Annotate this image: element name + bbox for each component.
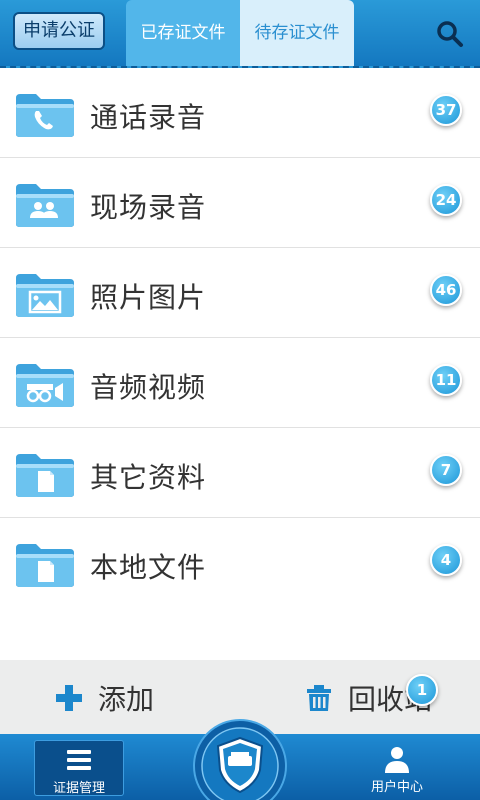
add-button[interactable]: 添加	[54, 660, 154, 736]
people-folder-icon	[16, 184, 74, 227]
trash-icon	[307, 685, 331, 711]
nav-user-center[interactable]: 用户中心	[352, 740, 442, 796]
tab-pending-files[interactable]: 待存证文件	[240, 0, 354, 66]
folder-label: 通话录音	[90, 101, 207, 134]
count-badge: 11	[430, 364, 462, 396]
folder-row-call-recordings[interactable]: 通话录音 37	[0, 68, 480, 158]
folder-label: 现场录音	[90, 191, 207, 224]
folder-row-audio-video[interactable]: 音频视频 11	[0, 338, 480, 428]
add-label: 添加	[98, 683, 155, 716]
nav-evidence-management[interactable]: 证据管理	[34, 740, 124, 796]
image-folder-icon	[16, 274, 74, 317]
folder-row-local-files[interactable]: 本地文件 4	[0, 518, 480, 608]
folder-label: 其它资料	[90, 461, 207, 494]
count-badge: 37	[430, 94, 462, 126]
count-badge: 4	[430, 544, 462, 576]
document-folder-icon	[16, 544, 74, 587]
video-camera-folder-icon	[16, 364, 74, 407]
user-icon	[385, 747, 409, 773]
nav-label: 用户中心	[370, 780, 423, 795]
nav-label: 证据管理	[52, 781, 105, 796]
recycle-count-badge: 1	[406, 674, 438, 706]
folder-list: 通话录音 37 现场录音 24 照片图片 46 音频视频 11 其它资料 7 本…	[0, 68, 480, 608]
count-badge: 7	[430, 454, 462, 486]
top-header: 申请公证 已存证文件 待存证文件	[0, 0, 480, 68]
phone-folder-icon	[16, 94, 74, 137]
menu-icon	[67, 750, 91, 770]
count-badge: 24	[430, 184, 462, 216]
search-icon[interactable]	[436, 20, 464, 48]
apply-notarization-button[interactable]: 申请公证	[13, 12, 105, 50]
folder-label: 音频视频	[90, 371, 207, 404]
folder-label: 照片图片	[90, 281, 207, 314]
document-folder-icon	[16, 454, 74, 497]
file-tabs: 已存证文件 待存证文件	[126, 0, 354, 66]
folder-row-live-recordings[interactable]: 现场录音 24	[0, 158, 480, 248]
folder-label: 本地文件	[90, 551, 207, 584]
count-badge: 46	[430, 274, 462, 306]
shield-emblem-icon[interactable]	[192, 718, 288, 800]
folder-row-photos[interactable]: 照片图片 46	[0, 248, 480, 338]
plus-icon	[56, 685, 82, 711]
folder-row-other-documents[interactable]: 其它资料 7	[0, 428, 480, 518]
tab-stored-files[interactable]: 已存证文件	[126, 0, 240, 66]
